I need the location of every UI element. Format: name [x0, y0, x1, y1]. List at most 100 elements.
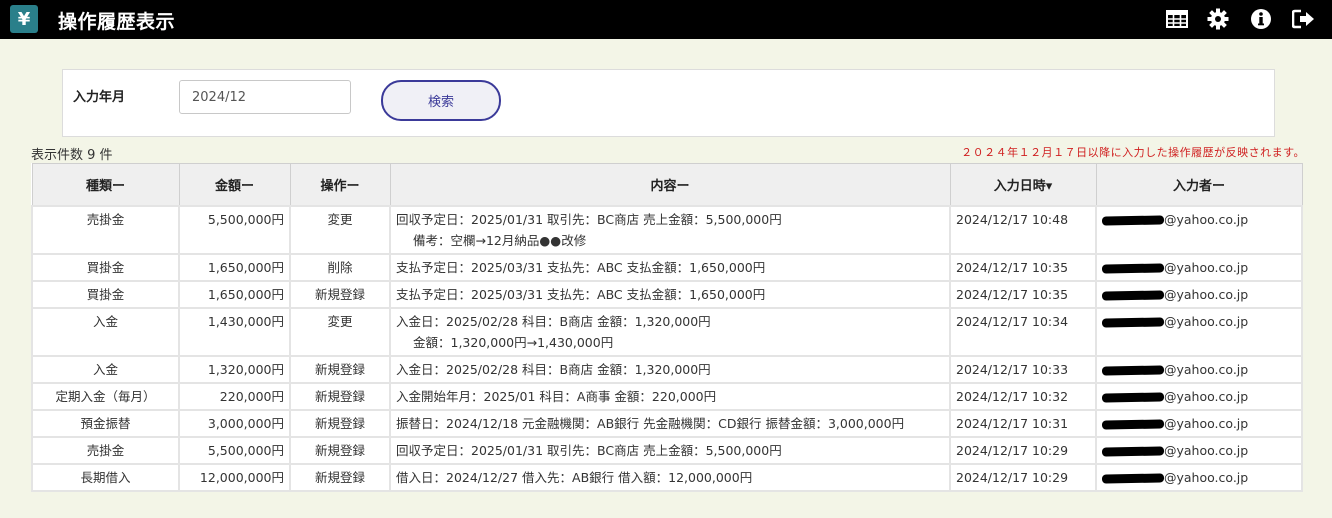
content-line: 支払予定日：2025/03/31 支払先：ABC 支払金額：1,650,000円 [396, 286, 766, 302]
cell-operation: 変更 [289, 306, 391, 357]
user-email: @yahoo.co.jp [1164, 388, 1249, 404]
user-email: @yahoo.co.jp [1164, 259, 1249, 275]
cell-user: @yahoo.co.jp [1095, 408, 1303, 438]
cell-type: 長期借入 [31, 462, 180, 492]
cell-content: 入金日：2025/02/28 科目：B商店 金額：1,320,000円 [389, 354, 951, 384]
cell-user: @yahoo.co.jp [1095, 381, 1303, 411]
cell-content: 支払予定日：2025/03/31 支払先：ABC 支払金額：1,650,000円 [389, 279, 951, 309]
content-line: 振替日：2024/12/18 元金融機関：AB銀行 先金融機関：CD銀行 振替金… [396, 415, 905, 431]
table-row: 入金 1,320,000円 新規登録 入金日：2025/02/28 科目：B商店 金額… [31, 354, 1303, 384]
cell-user: @yahoo.co.jp [1095, 354, 1303, 384]
cell-datetime: 2024/12/17 10:35 [949, 279, 1097, 309]
page-title: 操作履歴表示 [58, 11, 176, 33]
cell-content: 回収予定日：2025/01/31 取引先：BC商店 売上金額：5,500,000… [389, 204, 951, 255]
cell-operation: 変更 [289, 204, 391, 255]
cell-datetime: 2024/12/17 10:48 [949, 204, 1097, 255]
cell-user: @yahoo.co.jp [1095, 279, 1303, 309]
redaction-mark [1101, 364, 1165, 376]
cell-datetime: 2024/12/17 10:33 [949, 354, 1097, 384]
cell-amount: 3,000,000円 [178, 408, 291, 438]
cell-type: 売掛金 [31, 435, 180, 465]
cell-user: @yahoo.co.jp [1095, 252, 1303, 282]
redaction-mark [1101, 445, 1165, 457]
cell-type: 入金 [31, 354, 180, 384]
cell-amount: 1,320,000円 [178, 354, 291, 384]
logout-icon[interactable] [1291, 6, 1317, 32]
cell-amount: 1,430,000円 [178, 306, 291, 357]
input-month-label: 入力年月 [73, 90, 126, 105]
cell-type: 入金 [31, 306, 180, 357]
cell-operation: 新規登録 [289, 462, 391, 492]
table-row: 買掛金 1,650,000円 新規登録 支払予定日：2025/03/31 支払先：AB… [31, 279, 1303, 309]
redaction-mark [1101, 262, 1165, 274]
redaction-mark [1101, 289, 1165, 301]
cell-content: 入金日：2025/02/28 科目：B商店 金額：1,320,000円金額：1,… [389, 306, 951, 357]
content-detail-line: 備考：空欄→12月納品●●改修 [413, 232, 587, 248]
content-line: 支払予定日：2025/03/31 支払先：ABC 支払金額：1,650,000円 [396, 259, 766, 275]
redaction-mark [1101, 391, 1165, 403]
content-detail-line: 金額：1,320,000円→1,430,000円 [413, 334, 614, 350]
content-line: 入金日：2025/02/28 科目：B商店 金額：1,320,000円 [396, 361, 711, 377]
cell-operation: 新規登録 [289, 408, 391, 438]
cell-operation: 新規登録 [289, 381, 391, 411]
col-header-datetime[interactable]: 入力日時▾ [949, 163, 1097, 206]
cell-operation: 新規登録 [289, 354, 391, 384]
redaction-mark [1101, 418, 1165, 430]
col-header-type[interactable]: 種類ー [31, 163, 180, 206]
cell-amount: 5,500,000円 [178, 204, 291, 255]
col-header-operation[interactable]: 操作ー [289, 163, 391, 206]
input-month-field[interactable] [179, 80, 351, 114]
table-row: 長期借入 12,000,000円 新規登録 借入日：2024/12/27 借入先：AB… [31, 462, 1303, 492]
cell-content: 支払予定日：2025/03/31 支払先：ABC 支払金額：1,650,000円 [389, 252, 951, 282]
user-email: @yahoo.co.jp [1164, 286, 1249, 302]
cell-operation: 新規登録 [289, 435, 391, 465]
notice-text: ２０２４年１２月１７日以降に入力した操作履歴が反映されます。 [961, 146, 1305, 159]
cell-type: 預金振替 [31, 408, 180, 438]
table-row: 預金振替 3,000,000円 新規登録 振替日：2024/12/18 元金融機関：A… [31, 408, 1303, 438]
history-table: 種類ー 金額ー 操作ー 内容ー 入力日時▾ 入力者ー 売掛金 5,500,000円… [31, 163, 1303, 492]
cell-content: 振替日：2024/12/18 元金融機関：AB銀行 先金融機関：CD銀行 振替金… [389, 408, 951, 438]
col-header-content[interactable]: 内容ー [389, 163, 951, 206]
gear-icon[interactable] [1205, 6, 1231, 32]
cell-operation: 削除 [289, 252, 391, 282]
content-line: 入金開始年月：2025/01 科目：A商事 金額：220,000円 [396, 388, 717, 404]
table-row: 売掛金 5,500,000円 新規登録 回収予定日：2025/01/31 取引先：BC… [31, 435, 1303, 465]
redaction-mark [1101, 472, 1165, 484]
user-email: @yahoo.co.jp [1164, 211, 1249, 227]
content-line: 借入日：2024/12/27 借入先：AB銀行 借入額：12,000,000円 [396, 469, 753, 485]
content-line: 回収予定日：2025/01/31 取引先：BC商店 売上金額：5,500,000… [396, 442, 782, 458]
cell-user: @yahoo.co.jp [1095, 462, 1303, 492]
table-icon[interactable] [1164, 6, 1190, 32]
table-row: 入金 1,430,000円 変更 入金日：2025/02/28 科目：B商店 金額：1… [31, 306, 1303, 357]
cell-type: 売掛金 [31, 204, 180, 255]
cell-user: @yahoo.co.jp [1095, 306, 1303, 357]
search-panel: 入力年月 検索 [62, 69, 1275, 137]
info-icon[interactable] [1248, 6, 1274, 32]
cell-content: 入金開始年月：2025/01 科目：A商事 金額：220,000円 [389, 381, 951, 411]
cell-user: @yahoo.co.jp [1095, 435, 1303, 465]
user-email: @yahoo.co.jp [1164, 415, 1249, 431]
redaction-mark [1101, 214, 1165, 226]
cell-operation: 新規登録 [289, 279, 391, 309]
cell-datetime: 2024/12/17 10:29 [949, 435, 1097, 465]
app-header: ¥ 操作履歴表示 [0, 0, 1332, 39]
cell-amount: 12,000,000円 [178, 462, 291, 492]
cell-amount: 220,000円 [178, 381, 291, 411]
user-email: @yahoo.co.jp [1164, 442, 1249, 458]
table-header-row: 種類ー 金額ー 操作ー 内容ー 入力日時▾ 入力者ー [31, 163, 1303, 206]
cell-type: 買掛金 [31, 279, 180, 309]
user-email: @yahoo.co.jp [1164, 361, 1249, 377]
search-button[interactable]: 検索 [381, 80, 501, 121]
user-email: @yahoo.co.jp [1164, 313, 1249, 329]
cell-user: @yahoo.co.jp [1095, 204, 1303, 255]
col-header-user[interactable]: 入力者ー [1095, 163, 1303, 206]
cell-content: 借入日：2024/12/27 借入先：AB銀行 借入額：12,000,000円 [389, 462, 951, 492]
content-line: 入金日：2025/02/28 科目：B商店 金額：1,320,000円 [396, 313, 711, 329]
cell-type: 買掛金 [31, 252, 180, 282]
content-line: 回収予定日：2025/01/31 取引先：BC商店 売上金額：5,500,000… [396, 211, 782, 227]
col-header-amount[interactable]: 金額ー [178, 163, 291, 206]
cell-amount: 1,650,000円 [178, 252, 291, 282]
cell-amount: 1,650,000円 [178, 279, 291, 309]
cell-datetime: 2024/12/17 10:31 [949, 408, 1097, 438]
cell-datetime: 2024/12/17 10:35 [949, 252, 1097, 282]
